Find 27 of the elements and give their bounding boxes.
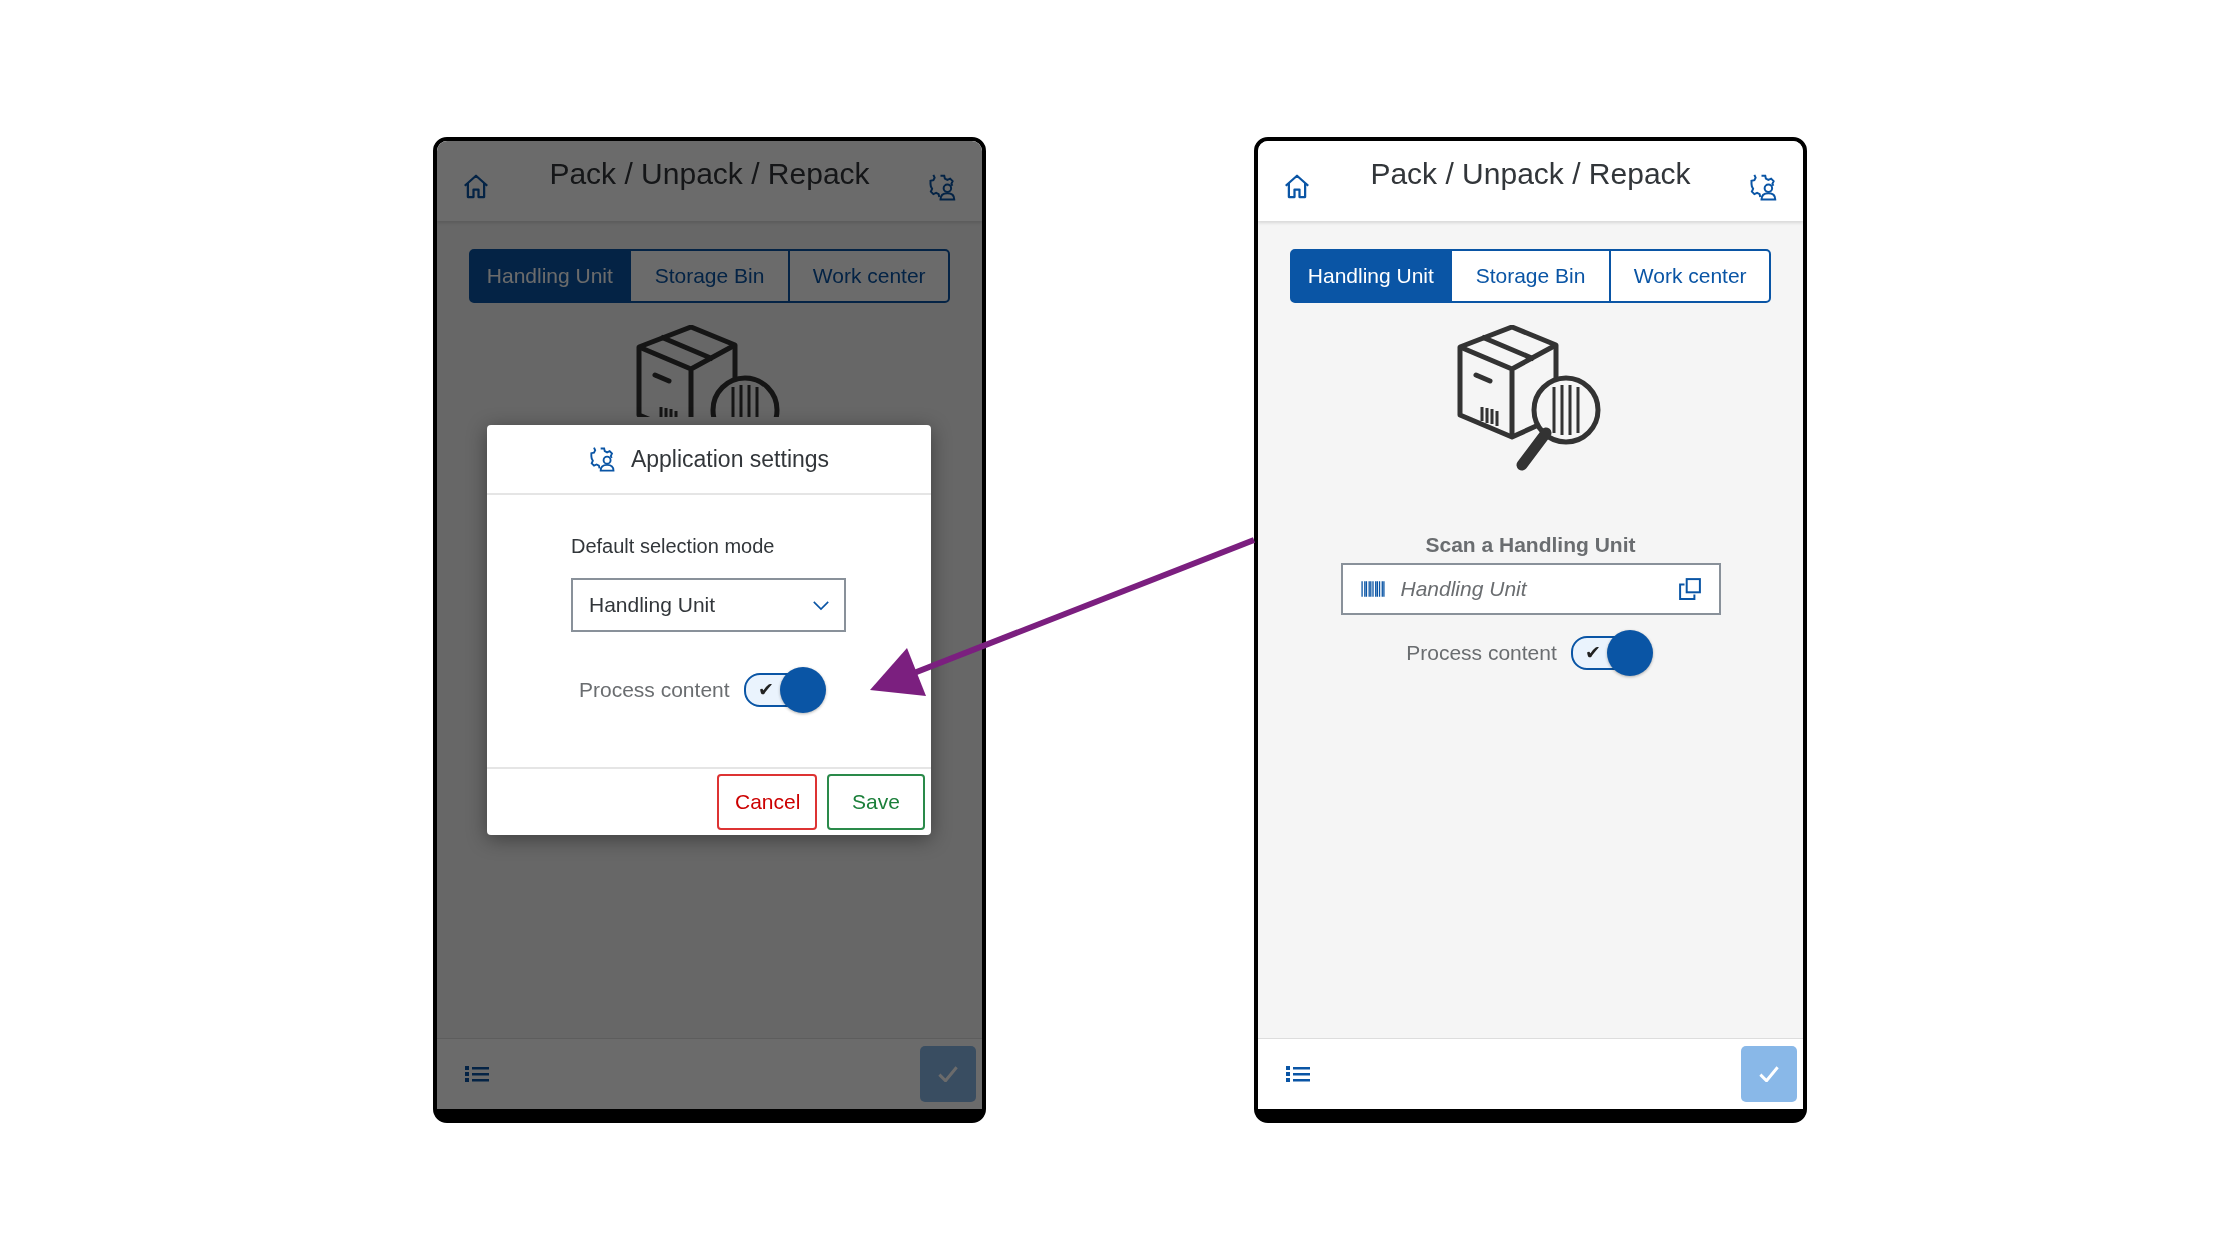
selection-dropdown[interactable]: Handling Unit (571, 578, 846, 632)
settings-icon[interactable] (1749, 172, 1779, 202)
confirm-button[interactable] (1741, 1046, 1797, 1102)
list-icon[interactable] (1286, 1064, 1310, 1084)
toggle-label: Process content (1406, 641, 1557, 665)
copy-icon[interactable] (1678, 578, 1701, 600)
field-label: Default selection mode (571, 535, 776, 558)
check-icon (938, 1066, 958, 1082)
segment-tab[interactable]: Work center (1609, 249, 1771, 303)
scan-input-field[interactable]: Handling Unit (1340, 563, 1721, 615)
toggle-label: Process content (579, 678, 730, 702)
barcode-icon (1360, 581, 1385, 597)
save-button[interactable]: Save (827, 774, 925, 830)
scan-label: Scan a Handling Unit (1425, 533, 1636, 557)
cancel-button[interactable]: Cancel (717, 774, 817, 830)
settings-icon[interactable] (928, 172, 958, 202)
text-input[interactable]: Handling Unit (1398, 576, 1665, 602)
page-title: Pack / Unpack / Repack (1370, 157, 1691, 191)
list-icon[interactable] (465, 1064, 489, 1084)
chevron-down-icon (812, 599, 830, 611)
segment-tab[interactable]: Handling Unit (1290, 249, 1452, 303)
settings-icon (588, 445, 617, 473)
confirm-button[interactable] (920, 1046, 976, 1102)
dialog-title: Application settings (630, 445, 830, 473)
page-title: Pack / Unpack / Repack (549, 157, 870, 191)
check-icon (1759, 1066, 1779, 1082)
segment-tab[interactable]: Storage Bin (1449, 249, 1612, 303)
